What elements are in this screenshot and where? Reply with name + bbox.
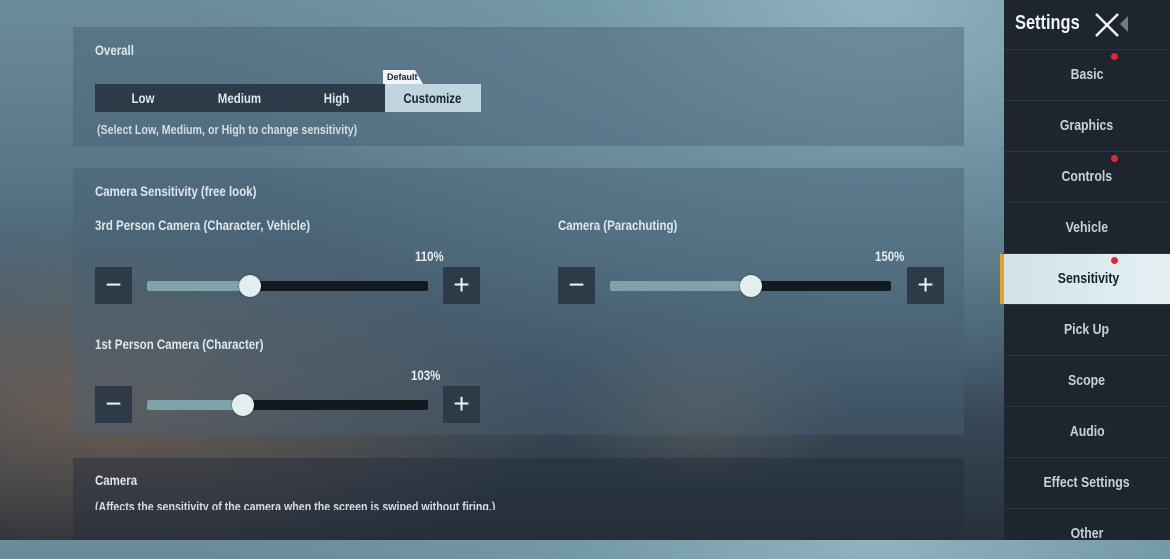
sidebar-item-label: Controls xyxy=(1061,168,1113,185)
third-person-camera-label: 3rd Person Camera (Character, Vehicle) xyxy=(95,217,311,233)
first-person-camera-slider[interactable] xyxy=(147,394,428,416)
sidebar-item-label: Scope xyxy=(1068,372,1106,389)
camera-title: Camera xyxy=(95,472,138,488)
first-person-camera-label: 1st Person Camera (Character) xyxy=(95,336,264,352)
slider-fill xyxy=(147,281,251,291)
sidebar-item-audio[interactable]: Audio xyxy=(1004,406,1170,457)
sidebar-item-vehicle[interactable]: Vehicle xyxy=(1004,202,1170,253)
overall-title: Overall xyxy=(95,42,134,58)
third-person-camera-value: 110% xyxy=(415,248,444,264)
slider-fill xyxy=(147,400,244,410)
sidebar-item-pick-up[interactable]: Pick Up xyxy=(1004,304,1170,355)
parachuting-camera-label: Camera (Parachuting) xyxy=(558,217,678,233)
sidebar-item-label: Basic xyxy=(1070,66,1104,83)
parachuting-increase-button[interactable]: + xyxy=(907,267,944,304)
sidebar-item-graphics[interactable]: Graphics xyxy=(1004,100,1170,151)
slider-knob[interactable] xyxy=(739,275,762,297)
sidebar-item-basic[interactable]: Basic xyxy=(1004,49,1170,100)
overall-hint: (Select Low, Medium, or High to change s… xyxy=(97,122,358,137)
camera-description: (Affects the sensitivity of the camera w… xyxy=(95,499,496,510)
third-person-decrease-button[interactable]: − xyxy=(95,267,132,304)
sidebar-item-other[interactable]: Other xyxy=(1004,508,1170,559)
overall-preset-selector: Low Medium High Customize xyxy=(95,84,481,112)
parachuting-camera-slider[interactable] xyxy=(610,275,891,297)
settings-title: Settings xyxy=(1015,12,1080,34)
first-person-camera-value: 103% xyxy=(411,367,441,383)
parachuting-camera-value: 150% xyxy=(875,248,905,264)
sidebar-item-sensitivity[interactable]: Sensitivity xyxy=(1000,253,1170,304)
preset-low-button[interactable]: Low xyxy=(95,84,192,112)
first-person-increase-button[interactable]: + xyxy=(443,386,480,423)
collapse-arrow-icon[interactable] xyxy=(1120,16,1128,32)
preset-medium-button[interactable]: Medium xyxy=(192,84,289,112)
preset-high-button[interactable]: High xyxy=(288,84,385,112)
sidebar-item-label: Graphics xyxy=(1060,117,1114,134)
sidebar-item-label: Effect Settings xyxy=(1043,474,1131,491)
sidebar-item-label: Pick Up xyxy=(1064,321,1110,338)
sidebar-item-label: Audio xyxy=(1069,423,1105,440)
sidebar-item-scope[interactable]: Scope xyxy=(1004,355,1170,406)
notification-dot-icon xyxy=(1111,53,1118,60)
sidebar-item-controls[interactable]: Controls xyxy=(1004,151,1170,202)
third-person-increase-button[interactable]: + xyxy=(443,267,480,304)
close-button[interactable] xyxy=(1094,12,1120,38)
third-person-camera-slider[interactable] xyxy=(147,275,428,297)
notification-dot-icon xyxy=(1111,257,1118,264)
sidebar-item-label: Vehicle xyxy=(1065,219,1109,236)
sidebar-item-label: Other xyxy=(1070,525,1104,542)
camera-sensitivity-panel xyxy=(73,168,964,435)
parachuting-decrease-button[interactable]: − xyxy=(558,267,595,304)
notification-dot-icon xyxy=(1111,155,1118,162)
sidebar-item-effect-settings[interactable]: Effect Settings xyxy=(1004,457,1170,508)
preset-customize-button[interactable]: Customize xyxy=(384,84,481,112)
close-icon xyxy=(1095,13,1119,37)
first-person-decrease-button[interactable]: − xyxy=(95,386,132,423)
slider-knob[interactable] xyxy=(239,275,262,297)
slider-fill xyxy=(610,281,751,291)
camera-sensitivity-title: Camera Sensitivity (free look) xyxy=(95,183,257,199)
